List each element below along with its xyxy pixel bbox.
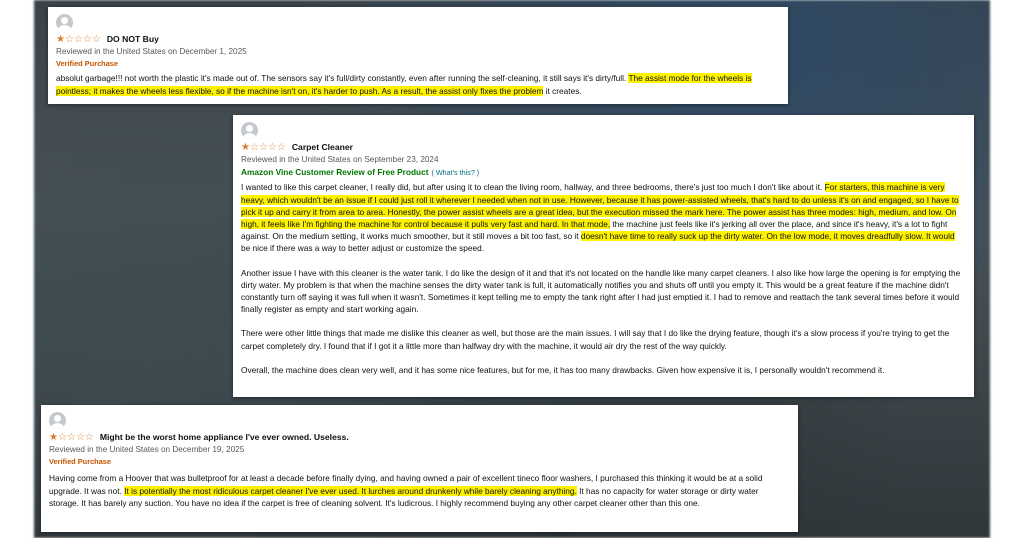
review-date: Reviewed in the United States on Decembe… [49,445,245,454]
star-filled-icon: ★ [56,33,65,45]
review-body: absolut garbage!!! not worth the plastic… [56,72,780,96]
star-empty-icon: ☆ [73,33,83,45]
review-text: be nice if there was a way to better adj… [241,243,485,254]
review-text: There were other little things that made… [241,328,950,351]
star-empty-icon: ☆ [91,33,101,45]
star-empty-icon: ☆ [57,431,67,443]
review-text: I wanted to like this carpet cleaner, I … [241,182,825,193]
review-paragraph: I wanted to like this carpet cleaner, I … [241,181,966,254]
review-card: ★ ☆ ☆ ☆ ☆ DO NOT Buy Reviewed in the United St… [48,7,788,104]
verified-purchase-badge: Verified Purchase [49,457,112,467]
star-empty-icon: ☆ [64,33,74,45]
review-text: it creates. [543,85,582,96]
star-empty-icon: ☆ [82,33,92,45]
review-title[interactable]: Might be the worst home appliance I've e… [100,431,349,443]
review-paragraph: Another issue I have with this cleaner i… [241,267,966,316]
star-empty-icon: ☆ [267,141,277,153]
star-rating: ★ ☆ ☆ ☆ ☆ [56,33,101,45]
whats-this-link[interactable]: ( What's this? ) [432,168,480,177]
star-empty-icon: ☆ [84,431,94,443]
review-card: ★ ☆ ☆ ☆ ☆ Might be the worst home appliance I… [41,405,798,532]
review-body: Having come from a Hoover that was bulle… [49,472,790,509]
star-empty-icon: ☆ [249,141,259,153]
review-title-row: ★ ☆ ☆ ☆ ☆ DO NOT Buy [56,33,780,46]
star-rating: ★ ☆ ☆ ☆ ☆ [49,431,94,443]
highlighted-text: doesn't have time to really suck up the … [580,231,955,242]
review-card: ★ ☆ ☆ ☆ ☆ Carpet Cleaner Reviewed in the Unite… [233,115,974,397]
review-title-row: ★ ☆ ☆ ☆ ☆ Might be the worst home appliance I… [49,431,790,444]
review-text: Another issue I have with this cleaner i… [241,267,961,315]
avatar [49,412,66,429]
star-empty-icon: ☆ [66,431,76,443]
review-text: absolut garbage!!! not worth the plastic… [56,73,629,84]
review-date: Reviewed in the United States on Decembe… [56,47,247,56]
review-title[interactable]: DO NOT Buy [107,33,159,45]
star-empty-icon: ☆ [258,141,268,153]
verified-purchase-badge: Verified Purchase [56,59,119,69]
review-text: Overall, the machine does clean very wel… [241,364,885,375]
review-title[interactable]: Carpet Cleaner [292,141,353,153]
review-paragraph: There were other little things that made… [241,327,966,351]
star-empty-icon: ☆ [75,431,85,443]
star-filled-icon: ★ [49,431,58,443]
star-empty-icon: ☆ [276,141,286,153]
avatar [241,122,258,139]
review-title-row: ★ ☆ ☆ ☆ ☆ Carpet Cleaner [241,141,966,154]
star-rating: ★ ☆ ☆ ☆ ☆ [241,141,286,153]
avatar [56,14,73,31]
highlighted-text: It is potentially the most ridiculous ca… [124,485,577,496]
vine-label: Amazon Vine Customer Review of Free Prod… [241,167,429,178]
review-paragraph: Overall, the machine does clean very wel… [241,364,966,376]
vine-badge: Amazon Vine Customer Review of Free Prod… [241,166,966,179]
review-date: Reviewed in the United States on Septemb… [241,155,439,164]
review-paragraph: absolut garbage!!! not worth the plastic… [56,72,780,96]
star-filled-icon: ★ [241,141,250,153]
review-body: I wanted to like this carpet cleaner, I … [241,181,966,376]
review-paragraph: Having come from a Hoover that was bulle… [49,472,790,509]
